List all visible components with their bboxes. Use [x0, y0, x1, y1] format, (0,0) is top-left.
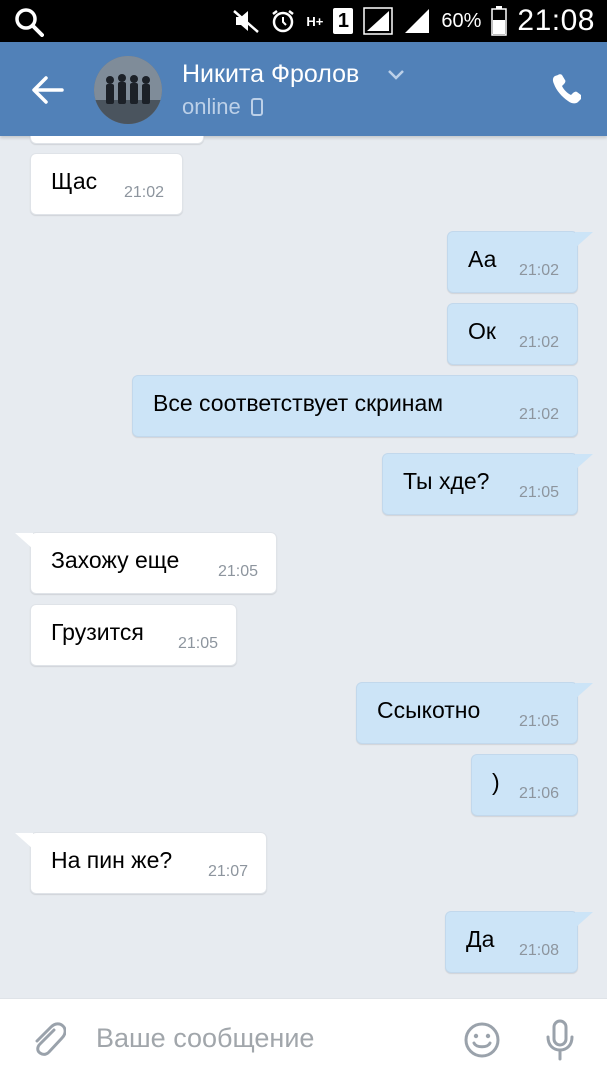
status-bar: H+ 1 60% 21:08 — [0, 0, 607, 42]
message-bubble-outgoing[interactable]: Ссыкотно 21:05 — [356, 682, 593, 744]
phone-icon[interactable] — [551, 73, 581, 105]
message-text: Все соответствует скринам — [153, 390, 444, 416]
message-bubble-outgoing[interactable]: Ты хде? 21:05 — [382, 453, 593, 515]
message-time: 21:05 — [518, 484, 559, 501]
message-time: 21:02 — [518, 334, 559, 351]
mobile-device-icon — [250, 98, 263, 116]
message-bubble-partial — [30, 136, 204, 144]
message-text: ) — [492, 769, 500, 795]
battery-percent: 60% — [441, 9, 482, 32]
message-time: 21:05 — [518, 713, 559, 730]
message-bubble-incoming[interactable]: Захожу еще 21:05 — [15, 532, 277, 594]
message-time: 21:02 — [123, 184, 164, 201]
message-time: 21:07 — [207, 863, 248, 880]
contact-name[interactable]: Никита Фролов — [182, 60, 359, 89]
message-text: Ок — [468, 318, 496, 344]
message-bubble-outgoing[interactable]: Аа 21:02 — [447, 231, 593, 293]
message-text: На пин же? — [51, 847, 173, 873]
message-text: Грузится — [51, 619, 144, 645]
bubble-tail — [575, 232, 593, 248]
message-bubble-incoming[interactable]: Щас 21:02 — [30, 153, 183, 215]
bubble-tail — [15, 833, 33, 849]
microphone-icon[interactable] — [544, 1019, 576, 1061]
status-time: 21:08 — [517, 4, 595, 37]
message-bubble-outgoing[interactable]: ) 21:06 — [471, 754, 578, 816]
message-time: 21:02 — [518, 262, 559, 279]
mute-icon — [233, 10, 260, 33]
message-time: 21:02 — [518, 406, 559, 423]
message-text: Щас — [51, 168, 98, 194]
signal-sim2-icon — [405, 9, 430, 33]
alarm-icon — [272, 10, 295, 33]
bubble-tail — [15, 533, 33, 549]
message-time: 21:06 — [518, 785, 559, 802]
bubble-tail — [575, 454, 593, 470]
message-time: 21:05 — [217, 563, 258, 580]
presence-status: online — [182, 94, 263, 120]
back-arrow-icon[interactable] — [28, 72, 68, 108]
message-bubble-outgoing[interactable]: Да 21:08 — [445, 911, 593, 973]
bubble-tail — [575, 683, 593, 699]
message-text: Захожу еще — [51, 547, 180, 573]
sim-indicator: 1 — [333, 8, 354, 34]
group-photo-icon — [94, 56, 162, 124]
message-input[interactable]: Ваше сообщение — [96, 1023, 314, 1054]
battery-icon — [491, 6, 508, 36]
message-text: Ссыкотно — [377, 697, 481, 723]
conversation-header: Никита Фролов online — [0, 42, 607, 136]
avatar[interactable] — [94, 56, 162, 124]
message-bubble-outgoing[interactable]: Ок 21:02 — [447, 303, 578, 365]
signal-sim1-icon — [363, 7, 394, 35]
smile-icon[interactable] — [463, 1021, 501, 1059]
message-bubble-outgoing[interactable]: Все соответствует скринам 21:02 — [132, 375, 578, 437]
paperclip-icon[interactable] — [30, 1021, 66, 1061]
message-text: Да — [466, 926, 495, 952]
bubble-tail — [575, 912, 593, 928]
search-icon — [15, 8, 44, 37]
message-text: Ты хде? — [403, 468, 490, 494]
message-composer: Ваше сообщение — [0, 998, 607, 1081]
message-list[interactable]: Щас 21:02 Аа 21:02 Ок 21:02 Все соответс… — [0, 136, 607, 998]
chevron-down-icon[interactable] — [386, 68, 406, 82]
message-time: 21:08 — [518, 942, 559, 959]
message-time: 21:05 — [177, 635, 218, 652]
message-bubble-incoming[interactable]: Грузится 21:05 — [30, 604, 237, 666]
message-text: Аа — [468, 246, 497, 272]
message-bubble-incoming[interactable]: На пин же? 21:07 — [15, 832, 267, 894]
network-type-label: H+ — [306, 13, 324, 29]
presence-text: online — [182, 94, 241, 119]
